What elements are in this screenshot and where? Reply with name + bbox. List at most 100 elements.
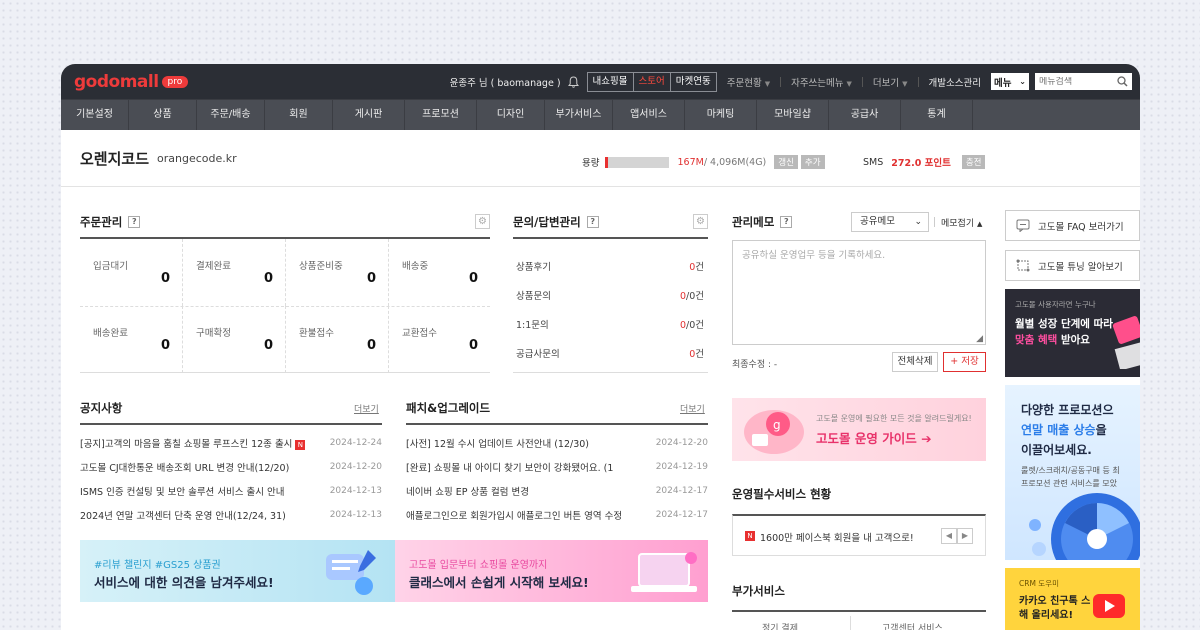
user-name[interactable]: 윤종주 님 ( baomanage ) xyxy=(450,75,561,89)
menu-select[interactable]: 메뉴 ⌄ xyxy=(991,73,1029,90)
help-icon[interactable]: ? xyxy=(586,216,599,228)
nav-design[interactable]: 디자인 xyxy=(477,100,545,130)
gear-icon[interactable]: ⚙ xyxy=(475,214,490,229)
tuning-button[interactable]: 고도몰 튜닝 알아보기 xyxy=(1005,250,1140,281)
segment-market[interactable]: 마켓연동 xyxy=(671,73,716,91)
list-item[interactable]: ISMS 인증 컨설팅 및 보안 솔루션 서비스 출시 안내 2024-12-13 xyxy=(80,479,382,503)
memo-type-select[interactable]: 공유메모 ⌄ xyxy=(851,212,929,232)
nav-stats[interactable]: 통계 xyxy=(901,100,973,130)
memo-delete-all-button[interactable]: 전체삭제 xyxy=(892,352,938,372)
order-cell[interactable]: 상품준비중 0 xyxy=(286,239,389,306)
order-status-link[interactable]: 주문현황 ▼ xyxy=(723,75,774,89)
operation-guide-banner[interactable]: g 고도몰 운영에 필요한 모든 것을 알려드릴게요! 고도몰 운영 가이드 ➔ xyxy=(732,398,986,461)
faq-button[interactable]: 고도몰 FAQ 보러가기 xyxy=(1005,210,1140,241)
order-cell-value: 0 xyxy=(160,271,170,286)
help-icon[interactable]: ? xyxy=(780,216,793,228)
nav-products[interactable]: 상품 xyxy=(129,100,197,130)
patch-title: 패치&업그레이드 xyxy=(406,401,491,415)
capacity-refresh-button[interactable]: 갱신 xyxy=(774,155,798,169)
nav-mobile-shop[interactable]: 모바일샵 xyxy=(757,100,829,130)
roulette-icon xyxy=(1029,493,1140,560)
order-cell[interactable]: 구매확정 0 xyxy=(183,306,286,373)
ad2-blue: 연말 매출 상승 xyxy=(1021,423,1096,437)
list-item[interactable]: 상품후기 0건 xyxy=(513,251,708,280)
nav-basic-settings[interactable]: 기본설정 xyxy=(61,100,129,130)
nav-members[interactable]: 회원 xyxy=(265,100,333,130)
order-cell-label: 환불접수 xyxy=(299,328,334,339)
ad3-small: CRM 도우미 xyxy=(1019,579,1060,588)
list-item[interactable]: 네이버 쇼핑 EP 상품 컬럼 변경 2024-12-17 xyxy=(406,479,708,503)
guide-banner-title-text: 고도몰 운영 가이드 xyxy=(816,431,917,446)
nav-app-service[interactable]: 앱서비스 xyxy=(613,100,685,130)
order-cell-value: 0 xyxy=(263,338,273,353)
addon-item[interactable]: 고객센터 서비스 xyxy=(882,621,943,630)
segment-my-shop[interactable]: 내쇼핑몰 xyxy=(588,72,634,91)
patch-row-title: [사전] 12월 수시 업데이트 사전안내 (12/30) xyxy=(406,439,590,450)
sms-points: 272.0 포인트 xyxy=(891,158,951,169)
patch-row-title: 애플로그인으로 회원가입시 애플로그인 버튼 영역 수정 xyxy=(406,511,623,522)
capacity-add-button[interactable]: 추가 xyxy=(800,155,825,169)
help-icon[interactable]: ? xyxy=(128,216,141,228)
more-link[interactable]: 더보기 ▼ xyxy=(869,75,912,89)
essential-service-item[interactable]: 1600만 페이스북 회원을 내 고객으로! xyxy=(760,530,914,544)
class-banner[interactable]: 고도몰 입문부터 쇼핑몰 운영까지 클래스에서 손쉽게 시작해 보세요! xyxy=(395,540,708,602)
list-item[interactable]: 2024년 연말 고객센터 단축 운영 안내(12/24, 31) 2024-12… xyxy=(80,503,382,527)
sms-charge-button[interactable]: 충전 xyxy=(961,155,986,169)
qa-count-rest: /0건 xyxy=(686,320,704,331)
godomall-logo[interactable]: godomall pro xyxy=(74,72,189,92)
nav-marketing[interactable]: 마케팅 xyxy=(685,100,757,130)
list-item[interactable]: [공지]고객의 마음을 훔칠 쇼핑몰 루프스킨 12종 출시 N 2024-12-2… xyxy=(80,431,382,455)
memo-textarea[interactable]: 공유하실 운영업무 등을 기록하세요. ◢ xyxy=(732,240,986,345)
chat-bubble-icon xyxy=(326,550,376,595)
order-cell[interactable]: 교환접수 0 xyxy=(389,306,490,373)
order-cell[interactable]: 결제완료 0 xyxy=(183,239,286,306)
list-item[interactable]: 상품문의 0/0건 xyxy=(513,280,708,309)
favorites-menu-link[interactable]: 자주쓰는메뉴 ▼ xyxy=(787,75,856,89)
addon-item[interactable]: 정기 결제 xyxy=(762,621,798,630)
kakao-crm-banner[interactable]: CRM 도우미 카카오 친구톡 스 해 올리세요! xyxy=(1005,568,1140,630)
list-item[interactable]: [사전] 12월 수시 업데이트 사전안내 (12/30) 2024-12-20 xyxy=(406,431,708,455)
next-arrow-icon[interactable]: ▶ xyxy=(957,528,973,544)
patch-more-link[interactable]: 더보기 xyxy=(680,402,705,415)
list-item[interactable]: 공급사문의 0건 xyxy=(513,338,708,367)
class-banner-tag: 고도몰 입문부터 쇼핑몰 운영까지 xyxy=(409,560,548,571)
notice-more-link[interactable]: 더보기 xyxy=(354,402,379,415)
gear-icon[interactable]: ⚙ xyxy=(693,214,708,229)
qa-label: 공급사문의 xyxy=(516,349,560,360)
memo-collapse-label: 메모접기 xyxy=(941,219,975,229)
sms-info: SMS 272.0 포인트 충전 xyxy=(863,155,986,169)
order-cell[interactable]: 입금대기 0 xyxy=(80,239,183,306)
shop-domain[interactable]: orangecode.kr xyxy=(157,152,237,165)
bell-icon[interactable] xyxy=(567,75,581,89)
list-item[interactable]: 애플로그인으로 회원가입시 애플로그인 버튼 영역 수정 2024-12-17 xyxy=(406,503,708,527)
nav-supplier[interactable]: 공급사 xyxy=(829,100,901,130)
resize-handle-icon[interactable]: ◢ xyxy=(976,334,983,344)
gift-icon xyxy=(1112,316,1140,369)
notice-row-date: 2024-12-13 xyxy=(329,510,382,520)
nav-orders[interactable]: 주문/배송 xyxy=(197,100,265,130)
ad1-small: 고도몰 사용자라면 누구나 xyxy=(1015,300,1096,309)
qa-list: 상품후기 0건 상품문의 0/0건 1:1문의 0/0건 공급사문의 0건 xyxy=(513,237,708,373)
segment-store[interactable]: 스토어 xyxy=(634,72,671,91)
memo-save-button[interactable]: + 저장 xyxy=(943,352,986,372)
review-challenge-banner[interactable]: #리뷰 챌린지 #GS25 상품권 서비스에 대한 의견을 남겨주세요! xyxy=(80,540,395,602)
order-cell[interactable]: 배송중 0 xyxy=(389,239,490,306)
memo-collapse-button[interactable]: 메모접기 ▲ xyxy=(941,216,982,229)
list-item[interactable]: 1:1문의 0/0건 xyxy=(513,309,708,338)
list-item[interactable]: [완료] 쇼핑몰 내 아이디 찾기 보안이 강화됐어요. (1 2024-12-1… xyxy=(406,455,708,479)
nav-addon[interactable]: 부가서비스 xyxy=(545,100,613,130)
prev-arrow-icon[interactable]: ◀ xyxy=(941,528,957,544)
nav-board[interactable]: 게시판 xyxy=(333,100,405,130)
order-cell[interactable]: 환불접수 0 xyxy=(286,306,389,373)
nav-promotion[interactable]: 프로모션 xyxy=(405,100,477,130)
menu-search-input[interactable] xyxy=(1039,76,1117,87)
promotion-banner[interactable]: 다양한 프로모션으 연말 매출 상승을 이끌어보세요. 룰렛/스크래치/공동구매… xyxy=(1005,385,1140,560)
search-icon[interactable] xyxy=(1117,76,1128,87)
guide-illustration-icon: g xyxy=(744,410,804,454)
memo-title: 관리메모 ? xyxy=(732,214,793,230)
growth-benefit-banner[interactable]: 고도몰 사용자라면 누구나 월별 성장 단계에 따라 맞춤 혜택 받아요 xyxy=(1005,289,1140,377)
list-item[interactable]: 고도몰 CJ대한통운 배송조회 URL 변경 안내(12/20) 2024-12-… xyxy=(80,455,382,479)
ad2-line3: 이끌어보세요. xyxy=(1021,443,1092,457)
order-cell[interactable]: 배송완료 0 xyxy=(80,306,183,373)
dev-source-link[interactable]: 개발소스관리 xyxy=(925,75,985,89)
